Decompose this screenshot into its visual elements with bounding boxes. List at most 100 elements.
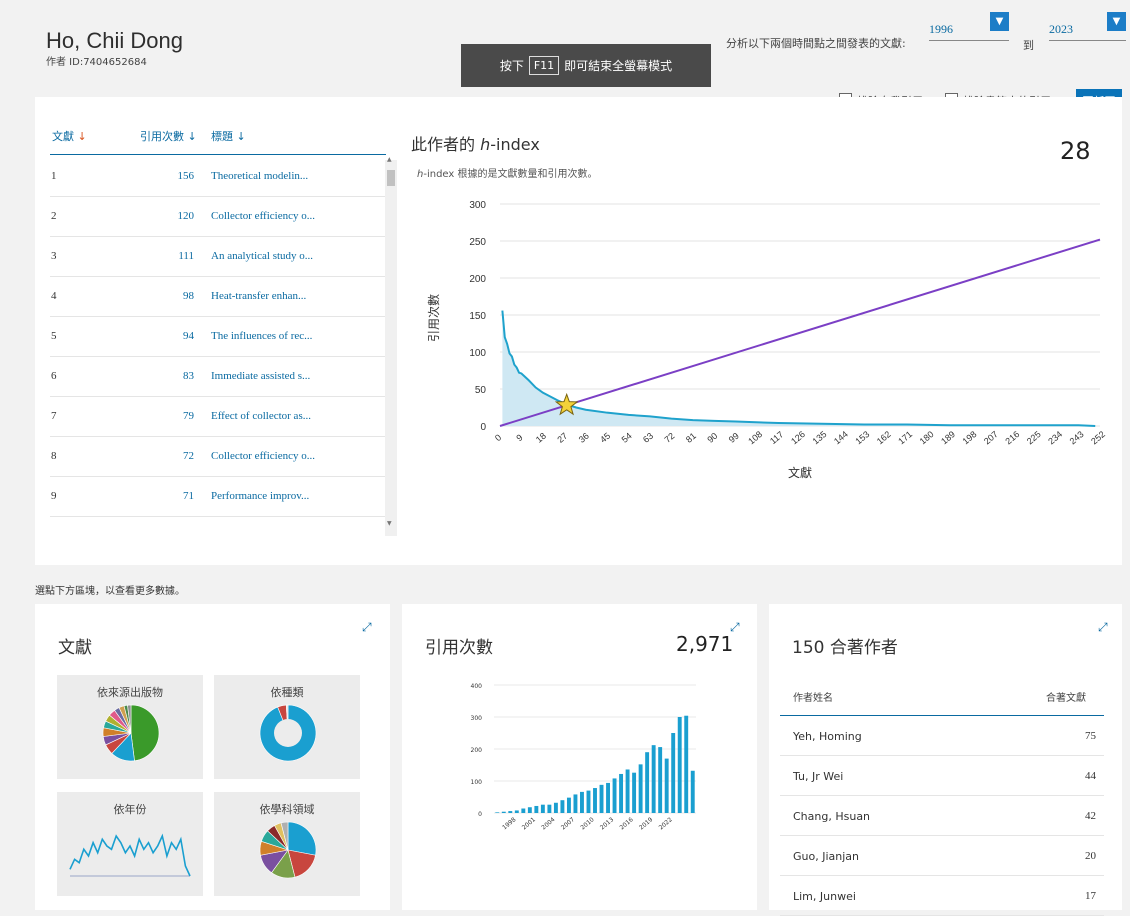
- row-title[interactable]: Theoretical modelin...: [211, 170, 308, 182]
- x-tick-label: 99: [727, 431, 741, 445]
- row-citations[interactable]: 71: [183, 490, 194, 502]
- hindex-chart: 0501001502002503000 9 18 27 36 45 54 63 72 81 90 99…: [427, 200, 1107, 480]
- row-citations[interactable]: 72: [183, 450, 194, 462]
- by-source-tile[interactable]: 依來源出版物: [57, 675, 203, 779]
- by-year-label: 依年份: [113, 803, 147, 816]
- col-citations-label: 引用次數: [140, 130, 184, 143]
- citation-bar: [540, 804, 545, 813]
- x-tick-label: 36: [577, 431, 591, 445]
- coauthor-name[interactable]: Guo, Jianjan: [793, 850, 859, 863]
- y-tick-label: 100: [471, 779, 483, 786]
- y-tick-label: 200: [469, 274, 486, 285]
- table-row[interactable]: 2 120 Collector efficiency o...: [50, 196, 386, 237]
- citation-bar: [573, 794, 578, 813]
- table-row[interactable]: 4 98 Heat-transfer enhan...: [50, 276, 386, 317]
- expand-icon[interactable]: ⤢: [362, 620, 372, 635]
- y-tick-label: 300: [469, 200, 486, 211]
- row-title[interactable]: Performance improv...: [211, 490, 309, 502]
- by-subject-tile[interactable]: 依學科領域: [214, 792, 360, 896]
- coauthor-row[interactable]: Guo, Jianjan 20: [780, 835, 1104, 876]
- table-row[interactable]: 9 71 Performance improv...: [50, 476, 386, 517]
- citations-bar-chart: 0 100 200 300 400 1998 2001 2004 2007 2010 2013 201…: [471, 683, 696, 831]
- row-title[interactable]: Immediate assisted s...: [211, 370, 310, 382]
- coauthor-row[interactable]: Tu, Jr Wei 44: [780, 755, 1104, 796]
- table-row[interactable]: 6 83 Immediate assisted s...: [50, 356, 386, 397]
- table-row[interactable]: 3 111 An analytical study o...: [50, 236, 386, 277]
- citation-area: [502, 310, 1096, 426]
- row-citations[interactable]: 83: [183, 370, 194, 382]
- by-source-label: 依來源出版物: [97, 686, 163, 699]
- scroll-down-icon[interactable]: ▼: [387, 520, 392, 527]
- x-tick-label: 180: [918, 429, 936, 446]
- table-row[interactable]: 8 72 Collector efficiency o...: [50, 436, 386, 477]
- coauthor-row[interactable]: Yeh, Homing 75: [780, 715, 1104, 756]
- y-tick-label: 0: [480, 422, 486, 433]
- donut-hole: [274, 719, 302, 747]
- citation-bar: [632, 772, 637, 813]
- row-citations[interactable]: 94: [183, 330, 194, 342]
- by-year-tile[interactable]: 依年份: [57, 792, 203, 896]
- citation-bar: [501, 811, 506, 813]
- hindex-title-suffix: -index: [490, 135, 540, 154]
- scroll-up-icon[interactable]: ▲: [387, 156, 392, 163]
- from-year-select[interactable]: 1996 ▼: [929, 12, 1009, 41]
- row-citations[interactable]: 156: [178, 170, 195, 182]
- col-docs-header[interactable]: 文獻 ↓: [52, 128, 87, 144]
- row-title[interactable]: Heat-transfer enhan...: [211, 290, 306, 302]
- pie-slice: [130, 704, 160, 762]
- to-year-select[interactable]: 2023 ▼: [1049, 12, 1126, 41]
- table-row[interactable]: 1 156 Theoretical modelin...: [50, 156, 386, 197]
- citation-bar: [671, 733, 676, 813]
- row-title[interactable]: Effect of collector as...: [211, 410, 311, 422]
- to-label: 到: [1023, 39, 1034, 52]
- col-docs-label: 文獻: [52, 130, 74, 143]
- row-citations[interactable]: 79: [183, 410, 194, 422]
- x-tick-label: 243: [1068, 429, 1086, 446]
- to-year-value: 2023: [1049, 22, 1073, 36]
- coauthor-name[interactable]: Tu, Jr Wei: [793, 770, 843, 783]
- coauthor-name[interactable]: Lim, Junwei: [793, 890, 856, 903]
- coauthor-row[interactable]: Chang, Hsuan 42: [780, 795, 1104, 836]
- citation-bar: [560, 800, 565, 813]
- row-title[interactable]: An analytical study o...: [211, 250, 313, 262]
- x-tick-label: 2001: [521, 816, 537, 831]
- row-citations[interactable]: 111: [178, 250, 194, 262]
- x-tick-label: 2007: [560, 816, 576, 831]
- coauthor-name[interactable]: Yeh, Homing: [793, 730, 862, 743]
- sort-arrow-icon: ↓: [236, 130, 246, 143]
- expand-icon[interactable]: ⤢: [730, 620, 740, 635]
- citation-bar: [495, 812, 500, 813]
- table-row[interactable]: 5 94 The influences of rec...: [50, 316, 386, 357]
- x-tick-label: 198: [961, 429, 979, 446]
- chevron-down-icon[interactable]: ▼: [990, 12, 1009, 31]
- table-scrollbar[interactable]: ▲ ▼: [385, 156, 397, 536]
- by-type-tile[interactable]: 依種類: [214, 675, 360, 779]
- documents-card-title: 文獻: [58, 638, 92, 658]
- col-title-header[interactable]: 標題 ↓: [211, 128, 246, 144]
- row-title[interactable]: Collector efficiency o...: [211, 210, 315, 222]
- chevron-down-icon[interactable]: ▼: [1107, 12, 1126, 31]
- row-citations[interactable]: 120: [178, 210, 195, 222]
- row-title[interactable]: Collector efficiency o...: [211, 450, 315, 462]
- fullscreen-exit-text: 即可結束全螢幕模式: [564, 59, 673, 73]
- x-tick-label: 162: [875, 429, 893, 446]
- y-tick-label: 300: [471, 715, 483, 722]
- coauthor-name[interactable]: Chang, Hsuan: [793, 810, 870, 823]
- col-citations-header[interactable]: 引用次數 ↓: [140, 128, 197, 144]
- f11-key: F11: [528, 56, 560, 75]
- scroll-thumb[interactable]: [387, 170, 395, 186]
- x-tick-label: 117: [768, 429, 785, 446]
- row-index: 2: [51, 210, 57, 222]
- x-tick-label: 90: [705, 431, 719, 445]
- x-tick-label: 108: [746, 429, 764, 446]
- x-tick-label: 72: [662, 431, 676, 445]
- coauthor-count-header: 合著文獻: [1046, 693, 1086, 704]
- row-index: 8: [51, 450, 57, 462]
- expand-icon[interactable]: ⤢: [1098, 620, 1108, 635]
- table-row[interactable]: 7 79 Effect of collector as...: [50, 396, 386, 437]
- row-citations[interactable]: 98: [183, 290, 194, 302]
- citation-bar: [638, 764, 643, 813]
- citation-bar: [527, 807, 532, 813]
- citation-bar: [599, 784, 604, 813]
- row-title[interactable]: The influences of rec...: [211, 330, 312, 342]
